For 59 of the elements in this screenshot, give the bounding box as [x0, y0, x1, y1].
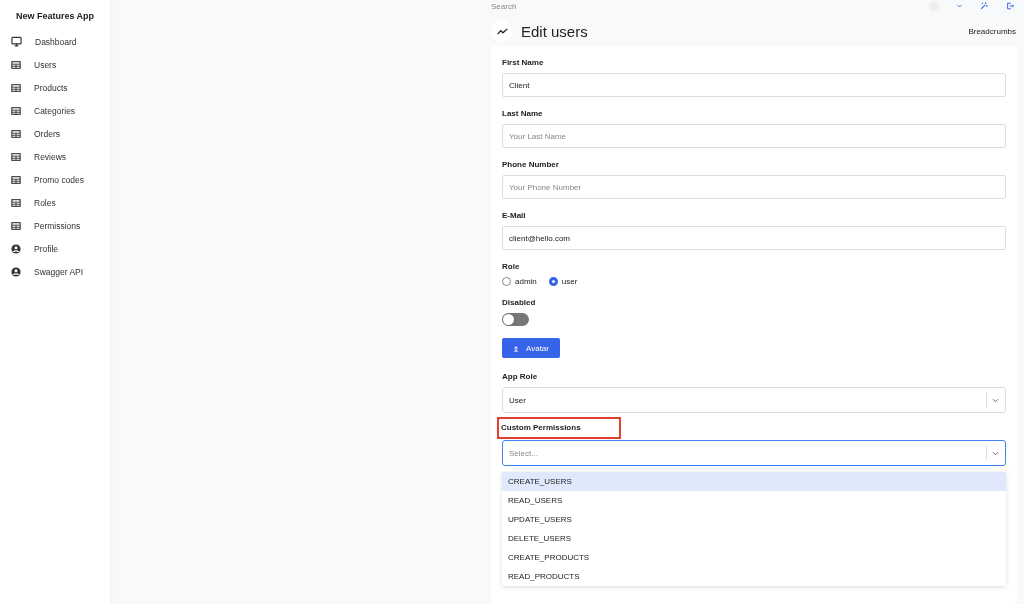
page-title: Edit users: [521, 22, 589, 40]
dropdown-option[interactable]: CREATE_PRODUCTS: [502, 548, 1006, 567]
field-label: Role: [502, 262, 520, 271]
sidebar-item[interactable]: Orders: [0, 122, 110, 145]
upload-icon: [513, 344, 519, 352]
radio-label: user: [561, 277, 578, 286]
chevron-down-icon: [992, 450, 999, 456]
field-label: Disabled: [502, 298, 536, 307]
table-icon: [11, 128, 21, 139]
radio-button[interactable]: [548, 277, 558, 286]
monitor-icon: [11, 36, 22, 47]
field-label: Last Name: [502, 109, 543, 118]
field-label: E-Mail: [502, 211, 526, 220]
text-field[interactable]: Your Phone Number: [502, 175, 1006, 199]
table-icon: [11, 174, 21, 185]
sidebar-item[interactable]: Reviews: [0, 145, 110, 168]
sidebar-item[interactable]: Dashboard: [0, 30, 110, 53]
sidebar-item[interactable]: Roles: [0, 191, 110, 214]
field-label: First Name: [502, 58, 544, 67]
field-label: App Role: [502, 372, 538, 381]
sidebar-item[interactable]: Users: [0, 53, 110, 76]
dropdown-option[interactable]: UPDATE_USERS: [502, 510, 1006, 529]
select-field[interactable]: Select...: [502, 440, 1006, 466]
search-field[interactable]: Search: [491, 1, 911, 11]
dropdown-option[interactable]: READ_PRODUCTS: [502, 567, 1006, 586]
text-field[interactable]: Client: [502, 73, 1006, 97]
radio-label: admin: [515, 277, 537, 286]
text-field[interactable]: Your Last Name: [502, 124, 1006, 148]
sidebar-item[interactable]: Profile: [0, 237, 110, 260]
dropdown-option[interactable]: CREATE_USERS: [502, 472, 1006, 491]
trend-line-icon: [496, 27, 508, 35]
dropdown-option[interactable]: READ_USERS: [502, 491, 1006, 510]
table-icon: [11, 105, 21, 116]
dropdown-option[interactable]: DELETE_USERS: [502, 529, 1006, 548]
table-icon: [11, 151, 21, 162]
sidebar-item[interactable]: Swagger API: [0, 260, 110, 283]
chevron-down-icon: [992, 397, 999, 403]
user-circle-icon: [11, 243, 21, 254]
chevron-down-icon[interactable]: [957, 4, 962, 8]
sidebar-item[interactable]: Products: [0, 76, 110, 99]
radio-button[interactable]: [502, 277, 511, 286]
table-icon: [11, 59, 21, 70]
text-field[interactable]: client@hello.com: [502, 226, 1006, 250]
select-field[interactable]: User: [502, 387, 1006, 413]
table-icon: [11, 82, 21, 93]
sidebar-item[interactable]: Permissions: [0, 214, 110, 237]
breadcrumbs[interactable]: Breadcrumbs: [968, 26, 1018, 36]
logout-icon[interactable]: [1006, 2, 1014, 10]
sidebar-item[interactable]: Categories: [0, 99, 110, 122]
app-title: New Features App: [14, 10, 96, 23]
magic-wand-icon[interactable]: [980, 2, 988, 10]
table-icon: [11, 197, 21, 208]
table-icon: [11, 220, 21, 231]
highlighted-field-label: Custom Permissions: [499, 419, 619, 437]
sidebar-item[interactable]: Promo codes: [0, 168, 110, 191]
user-circle-icon: [11, 266, 21, 277]
field-label: Phone Number: [502, 160, 559, 169]
upload-button[interactable]: Avatar: [502, 338, 560, 358]
toggle-switch[interactable]: [502, 313, 529, 326]
